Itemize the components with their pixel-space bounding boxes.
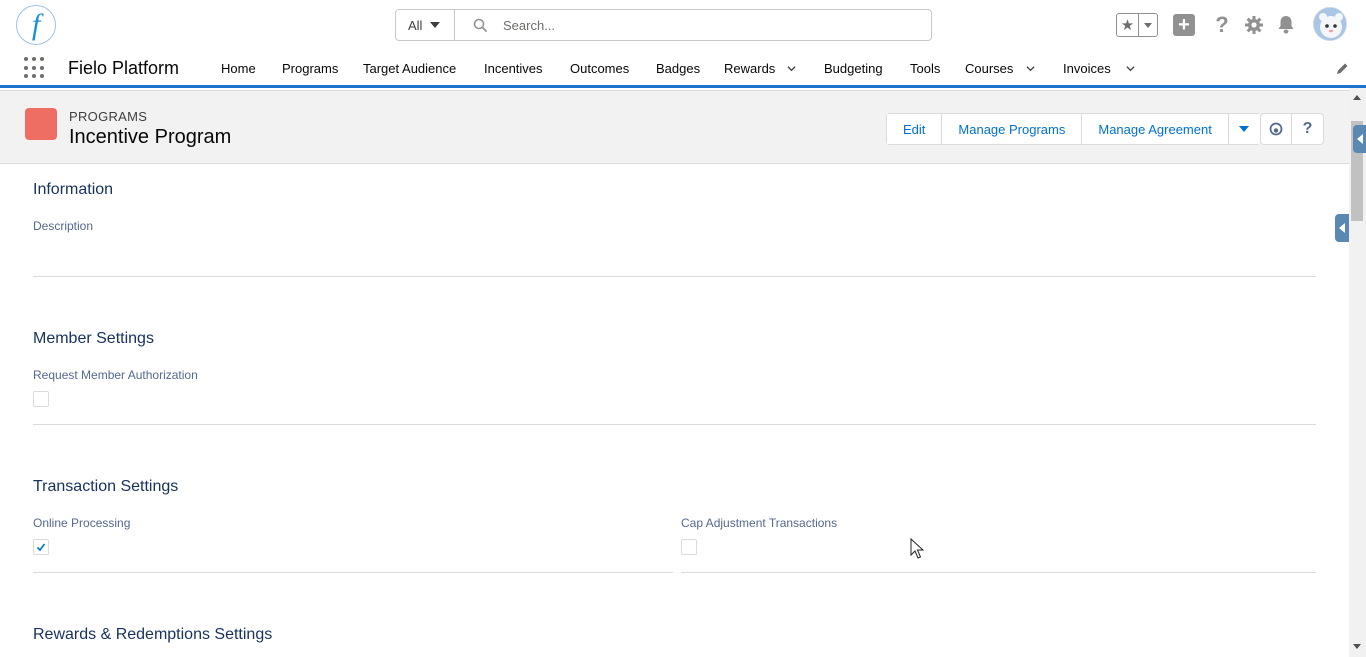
- rewards-menu-chevron-icon[interactable]: [787, 64, 796, 73]
- favorites-button[interactable]: ★: [1116, 13, 1158, 37]
- nav-item-budgeting[interactable]: Budgeting: [824, 61, 883, 76]
- scroll-up-arrow-icon[interactable]: [1353, 95, 1361, 100]
- description-label: Description: [33, 219, 94, 233]
- record-title: Incentive Program: [69, 126, 232, 148]
- more-actions-button[interactable]: [1228, 114, 1260, 144]
- nav-item-invoices[interactable]: Invoices: [1063, 61, 1111, 76]
- member-settings-divider: [33, 424, 1316, 425]
- side-panel-toggle[interactable]: [1353, 125, 1366, 153]
- chevron-left-icon: [1339, 223, 1345, 233]
- favorites-star-icon[interactable]: ★: [1117, 14, 1139, 36]
- user-avatar[interactable]: [1313, 7, 1347, 41]
- invoices-menu-chevron-icon[interactable]: [1126, 64, 1135, 73]
- setup-gear-icon[interactable]: [1242, 13, 1266, 37]
- edit-button[interactable]: Edit: [887, 114, 943, 144]
- checkmark-icon: [36, 543, 46, 552]
- global-actions-button[interactable]: +: [1172, 13, 1196, 37]
- nav-item-rewards[interactable]: Rewards: [724, 61, 775, 76]
- online-processing-checkbox: [33, 539, 49, 555]
- nav-item-courses[interactable]: Courses: [965, 61, 1013, 76]
- nav-item-incentives[interactable]: Incentives: [484, 61, 543, 76]
- org-logo[interactable]: f: [16, 5, 56, 45]
- record-page: PROGRAMS Incentive Program Edit Manage P…: [0, 88, 1366, 657]
- logo-letter: f: [31, 8, 41, 41]
- request-member-authorization-label: Request Member Authorization: [33, 368, 198, 382]
- cap-adjustment-divider: [681, 572, 1316, 573]
- favorites-dropdown[interactable]: [1139, 14, 1157, 36]
- program-record-icon: [25, 108, 57, 140]
- notifications-bell-icon[interactable]: [1274, 13, 1298, 37]
- scroll-down-arrow-icon[interactable]: [1353, 644, 1361, 649]
- chevron-down-icon: [1144, 22, 1152, 28]
- utility-panel-toggle[interactable]: [1335, 214, 1349, 242]
- search-field: [455, 10, 931, 40]
- fielo-assist-button[interactable]: [1261, 114, 1292, 144]
- nav-item-tools[interactable]: Tools: [910, 61, 940, 76]
- cap-adjustment-checkbox: [681, 539, 697, 555]
- record-actions: Edit Manage Programs Manage Agreement: [886, 113, 1261, 145]
- section-title-transaction-settings: Transaction Settings: [33, 478, 179, 495]
- nav-item-target-audience[interactable]: Target Audience: [363, 61, 456, 76]
- chevron-down-icon: [1239, 126, 1250, 132]
- app-name: Fielo Platform: [68, 58, 180, 78]
- nav-item-outcomes[interactable]: Outcomes: [570, 61, 629, 76]
- record-object-type: PROGRAMS: [69, 109, 148, 124]
- cap-adjustment-label: Cap Adjustment Transactions: [681, 516, 838, 530]
- app-nav-bar: Fielo Platform Home Programs Target Audi…: [0, 50, 1366, 88]
- add-icon: +: [1173, 14, 1195, 36]
- page-scrollbar[interactable]: [1349, 88, 1366, 657]
- app-launcher-icon[interactable]: [24, 57, 46, 79]
- search-input[interactable]: [503, 17, 903, 33]
- help-button[interactable]: ?: [1292, 114, 1323, 144]
- search-scope-label: All: [408, 17, 423, 33]
- edit-nav-pencil-icon[interactable]: [1335, 62, 1349, 76]
- nav-item-home[interactable]: Home: [221, 61, 256, 76]
- search-scope-dropdown[interactable]: All: [396, 10, 455, 40]
- section-title-member-settings: Member Settings: [33, 330, 154, 347]
- manage-programs-button[interactable]: Manage Programs: [942, 114, 1083, 144]
- section-title-information: Information: [33, 181, 114, 198]
- manage-agreement-button[interactable]: Manage Agreement: [1082, 114, 1229, 144]
- global-search: All: [395, 9, 932, 41]
- record-header: PROGRAMS Incentive Program Edit Manage P…: [0, 90, 1349, 164]
- mouse-cursor-icon: [910, 538, 924, 559]
- request-member-authorization-checkbox: [33, 391, 49, 407]
- courses-menu-chevron-icon[interactable]: [1026, 64, 1035, 73]
- online-processing-label: Online Processing: [33, 516, 131, 530]
- chevron-left-icon: [1356, 134, 1363, 144]
- global-header: f All ★ + ?: [0, 0, 1366, 50]
- assist-icon: [1269, 122, 1283, 136]
- online-processing-divider: [33, 572, 673, 573]
- search-icon: [473, 18, 487, 32]
- help-icon: ?: [1302, 120, 1313, 137]
- section-title-rewards-redemptions: Rewards & Redemptions Settings: [33, 626, 273, 643]
- description-divider: [33, 276, 1316, 277]
- utility-actions: ?: [1260, 113, 1324, 145]
- nav-item-programs[interactable]: Programs: [282, 61, 338, 76]
- chevron-down-icon: [430, 22, 441, 28]
- help-icon[interactable]: ?: [1210, 12, 1234, 37]
- nav-item-badges[interactable]: Badges: [656, 61, 700, 76]
